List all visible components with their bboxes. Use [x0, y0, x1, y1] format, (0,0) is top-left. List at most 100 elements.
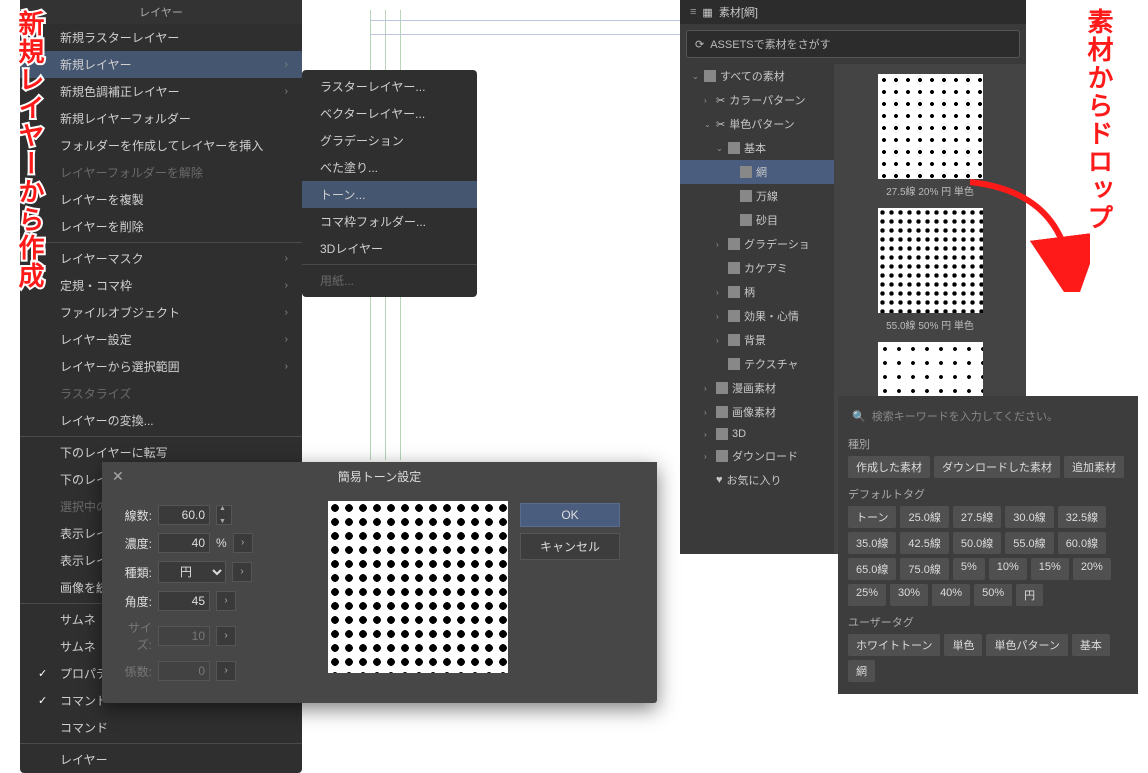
menu-item[interactable]: レイヤーを削除 [20, 213, 302, 240]
tree-item[interactable]: ›グラデーショ [680, 232, 834, 256]
filter-tag[interactable]: 55.0線 [1005, 532, 1053, 554]
submenu-item[interactable]: 3Dレイヤー [302, 235, 477, 262]
filter-tag[interactable]: 32.5線 [1058, 506, 1106, 528]
type-next[interactable]: › [232, 562, 252, 582]
assets-search-label: ASSETSで素材をさがす [710, 36, 830, 52]
filter-tag[interactable]: 40% [932, 584, 970, 606]
menu-item[interactable]: 新規ラスターレイヤー [20, 24, 302, 51]
filter-tag[interactable]: トーン [848, 506, 896, 528]
menu-item[interactable]: レイヤー設定› [20, 326, 302, 353]
filter-tag[interactable]: 50% [974, 584, 1012, 606]
tree-item[interactable]: ›柄 [680, 280, 834, 304]
density-input[interactable] [158, 533, 210, 553]
submenu-item[interactable]: ラスターレイヤー... [302, 73, 477, 100]
submenu-item: 用紙... [302, 267, 477, 294]
angle-input[interactable] [158, 591, 210, 611]
menu-item[interactable]: ファイルオブジェクト› [20, 299, 302, 326]
tree-item[interactable]: ⌄すべての素材 [680, 64, 834, 88]
filter-tag[interactable]: 5% [953, 558, 985, 580]
tree-item[interactable]: 砂目 [680, 208, 834, 232]
submenu-item[interactable]: ベクターレイヤー... [302, 100, 477, 127]
tree-item[interactable]: ♥お気に入り [680, 468, 834, 492]
filter-tag[interactable]: 25.0線 [900, 506, 948, 528]
filter-tag[interactable]: 27.5線 [953, 506, 1001, 528]
filter-tag[interactable]: 50.0線 [953, 532, 1001, 554]
search-filter-panel: 🔍 検索キーワードを入力してください。 種別 作成した素材ダウンロードした素材追… [838, 396, 1138, 694]
dialog-title: 簡易トーン設定 [102, 462, 657, 491]
filter-tag[interactable]: 網 [848, 660, 875, 682]
menu-item[interactable]: 新規レイヤー› [20, 51, 302, 78]
layer-menu-title: レイヤー [20, 0, 302, 24]
filter-tag[interactable]: 円 [1016, 584, 1043, 606]
menu-item[interactable]: 新規レイヤーフォルダー [20, 105, 302, 132]
filter-tag[interactable]: 35.0線 [848, 532, 896, 554]
filter-tag[interactable]: 42.5線 [900, 532, 948, 554]
lines-input[interactable] [158, 505, 210, 525]
menu-item[interactable]: レイヤー [20, 746, 302, 773]
submenu-item[interactable]: コマ枠フォルダー... [302, 208, 477, 235]
menu-item[interactable]: レイヤーの変換... [20, 407, 302, 434]
submenu-item[interactable]: トーン... [302, 181, 477, 208]
tree-item[interactable]: ›背景 [680, 328, 834, 352]
angle-next[interactable]: › [216, 591, 236, 611]
cancel-button[interactable]: キャンセル [520, 533, 620, 560]
tree-item[interactable]: テクスチャ [680, 352, 834, 376]
filter-tag[interactable]: ホワイトトーン [848, 634, 940, 656]
ok-button[interactable]: OK [520, 503, 620, 527]
tree-item[interactable]: 網 [680, 160, 834, 184]
menu-item[interactable]: レイヤーを複製 [20, 186, 302, 213]
density-next[interactable]: › [233, 533, 253, 553]
assets-search-button[interactable]: ⟳ ASSETSで素材をさがす [686, 30, 1020, 58]
menu-item[interactable]: 新規色調補正レイヤー› [20, 78, 302, 105]
tree-item[interactable]: カケアミ [680, 256, 834, 280]
filter-tag[interactable]: 単色 [944, 634, 982, 656]
menu-item[interactable]: フォルダーを作成してレイヤーを挿入 [20, 132, 302, 159]
tree-item[interactable]: ›漫画素材 [680, 376, 834, 400]
tone-preview [328, 501, 508, 673]
coef-next: › [216, 661, 236, 681]
menu-item[interactable]: コマンド [20, 714, 302, 741]
menu-item[interactable]: 定規・コマ枠› [20, 272, 302, 299]
tree-item[interactable]: ›3D [680, 424, 834, 444]
filter-tag[interactable]: 75.0線 [900, 558, 948, 580]
tree-item[interactable]: ⌄✂︎単色パターン [680, 112, 834, 136]
tree-item[interactable]: ›ダウンロード [680, 444, 834, 468]
filter-tag[interactable]: 30.0線 [1005, 506, 1053, 528]
menu-item[interactable]: レイヤーマスク› [20, 245, 302, 272]
filter-tag[interactable]: 基本 [1072, 634, 1110, 656]
tree-item[interactable]: ⌄基本 [680, 136, 834, 160]
tree-item[interactable]: 万線 [680, 184, 834, 208]
annotation-left: 新規レイヤーから作成 [12, 10, 49, 290]
filter-tag[interactable]: 20% [1073, 558, 1111, 580]
material-tab[interactable]: ≡ ▦ 素材[網] [680, 0, 1026, 24]
submenu-item[interactable]: べた塗り... [302, 154, 477, 181]
filter-tag[interactable]: 15% [1031, 558, 1069, 580]
search-placeholder[interactable]: 検索キーワードを入力してください。 [872, 408, 1058, 424]
user-tag-heading: ユーザータグ [848, 614, 1128, 630]
filter-tag[interactable]: 25% [848, 584, 886, 606]
default-tag-heading: デフォルトタグ [848, 486, 1128, 502]
filter-tag[interactable]: ダウンロードした素材 [934, 456, 1060, 478]
tree-item[interactable]: ›画像素材 [680, 400, 834, 424]
filter-tag[interactable]: 65.0線 [848, 558, 896, 580]
search-icon: 🔍 [852, 410, 866, 423]
filter-tag[interactable]: 単色パターン [986, 634, 1067, 656]
tree-item[interactable]: ›✂︎カラーパターン [680, 88, 834, 112]
material-tree: ⌄すべての素材›✂︎カラーパターン⌄✂︎単色パターン⌄基本網万線砂目›グラデーシ… [680, 64, 834, 554]
material-tab-label: 素材[網] [719, 4, 758, 20]
density-label: 濃度: [116, 535, 152, 552]
filter-tag[interactable]: 30% [890, 584, 928, 606]
material-thumb[interactable]: 27.5線 20% 円 単色 [878, 74, 983, 198]
type-select[interactable]: 円 [158, 561, 226, 583]
material-thumb[interactable]: 55.0線 50% 円 単色 [878, 208, 983, 332]
hamburger-icon[interactable]: ≡ [690, 6, 696, 18]
tree-item[interactable]: ›効果・心情 [680, 304, 834, 328]
menu-item[interactable]: レイヤーから選択範囲› [20, 353, 302, 380]
filter-tag[interactable]: 追加素材 [1064, 456, 1124, 478]
submenu-item[interactable]: グラデーション [302, 127, 477, 154]
filter-tag[interactable]: 作成した素材 [848, 456, 930, 478]
filter-tag[interactable]: 60.0線 [1058, 532, 1106, 554]
close-icon[interactable]: ✕ [112, 468, 124, 485]
lines-stepper[interactable] [216, 505, 232, 525]
filter-tag[interactable]: 10% [989, 558, 1027, 580]
